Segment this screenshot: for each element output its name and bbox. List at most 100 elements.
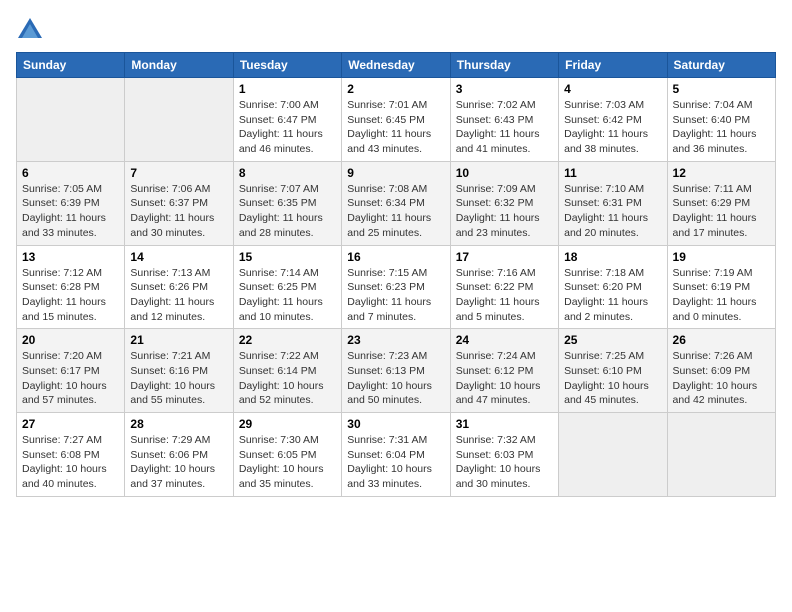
day-number: 28 xyxy=(130,417,227,431)
col-header-sunday: Sunday xyxy=(17,53,125,78)
day-number: 1 xyxy=(239,82,336,96)
day-number: 26 xyxy=(673,333,770,347)
calendar-cell: 9 Sunrise: 7:08 AMSunset: 6:34 PMDaylight… xyxy=(342,161,450,245)
day-number: 13 xyxy=(22,250,119,264)
day-detail: Sunrise: 7:04 AMSunset: 6:40 PMDaylight:… xyxy=(673,98,770,157)
day-number: 22 xyxy=(239,333,336,347)
page-header xyxy=(16,16,776,44)
day-number: 3 xyxy=(456,82,553,96)
day-number: 19 xyxy=(673,250,770,264)
day-number: 24 xyxy=(456,333,553,347)
calendar-cell: 23 Sunrise: 7:23 AMSunset: 6:13 PMDayligh… xyxy=(342,329,450,413)
day-detail: Sunrise: 7:23 AMSunset: 6:13 PMDaylight:… xyxy=(347,349,444,408)
day-detail: Sunrise: 7:24 AMSunset: 6:12 PMDaylight:… xyxy=(456,349,553,408)
calendar-week-3: 13 Sunrise: 7:12 AMSunset: 6:28 PMDayligh… xyxy=(17,245,776,329)
day-number: 29 xyxy=(239,417,336,431)
day-number: 25 xyxy=(564,333,661,347)
day-number: 10 xyxy=(456,166,553,180)
col-header-saturday: Saturday xyxy=(667,53,775,78)
calendar-cell: 13 Sunrise: 7:12 AMSunset: 6:28 PMDayligh… xyxy=(17,245,125,329)
calendar-week-1: 1 Sunrise: 7:00 AMSunset: 6:47 PMDaylight… xyxy=(17,78,776,162)
day-number: 18 xyxy=(564,250,661,264)
day-number: 31 xyxy=(456,417,553,431)
calendar-cell: 5 Sunrise: 7:04 AMSunset: 6:40 PMDaylight… xyxy=(667,78,775,162)
day-detail: Sunrise: 7:30 AMSunset: 6:05 PMDaylight:… xyxy=(239,433,336,492)
calendar-cell: 19Sunrise: 7:19 AMSunset: 6:19 PMDayligh… xyxy=(667,245,775,329)
day-detail: Sunrise: 7:08 AMSunset: 6:34 PMDaylight:… xyxy=(347,182,444,241)
calendar-cell: 12Sunrise: 7:11 AMSunset: 6:29 PMDayligh… xyxy=(667,161,775,245)
day-number: 27 xyxy=(22,417,119,431)
day-detail: Sunrise: 7:00 AMSunset: 6:47 PMDaylight:… xyxy=(239,98,336,157)
calendar-cell: 22 Sunrise: 7:22 AMSunset: 6:14 PMDayligh… xyxy=(233,329,341,413)
col-header-monday: Monday xyxy=(125,53,233,78)
calendar-week-5: 27 Sunrise: 7:27 AMSunset: 6:08 PMDayligh… xyxy=(17,413,776,497)
day-number: 6 xyxy=(22,166,119,180)
day-number: 20 xyxy=(22,333,119,347)
calendar-cell: 10Sunrise: 7:09 AMSunset: 6:32 PMDayligh… xyxy=(450,161,558,245)
calendar-cell: 29 Sunrise: 7:30 AMSunset: 6:05 PMDayligh… xyxy=(233,413,341,497)
day-detail: Sunrise: 7:01 AMSunset: 6:45 PMDaylight:… xyxy=(347,98,444,157)
day-detail: Sunrise: 7:07 AMSunset: 6:35 PMDaylight:… xyxy=(239,182,336,241)
calendar-cell: 3 Sunrise: 7:02 AMSunset: 6:43 PMDaylight… xyxy=(450,78,558,162)
day-number: 12 xyxy=(673,166,770,180)
calendar-cell: 4 Sunrise: 7:03 AMSunset: 6:42 PMDaylight… xyxy=(559,78,667,162)
day-detail: Sunrise: 7:14 AMSunset: 6:25 PMDaylight:… xyxy=(239,266,336,325)
day-detail: Sunrise: 7:27 AMSunset: 6:08 PMDaylight:… xyxy=(22,433,119,492)
day-number: 11 xyxy=(564,166,661,180)
calendar-cell: 26 Sunrise: 7:26 AMSunset: 6:09 PMDayligh… xyxy=(667,329,775,413)
calendar-cell: 8 Sunrise: 7:07 AMSunset: 6:35 PMDaylight… xyxy=(233,161,341,245)
day-number: 15 xyxy=(239,250,336,264)
day-number: 4 xyxy=(564,82,661,96)
day-number: 7 xyxy=(130,166,227,180)
calendar-cell: 16Sunrise: 7:15 AMSunset: 6:23 PMDayligh… xyxy=(342,245,450,329)
day-detail: Sunrise: 7:16 AMSunset: 6:22 PMDaylight:… xyxy=(456,266,553,325)
calendar-cell: 21Sunrise: 7:21 AMSunset: 6:16 PMDayligh… xyxy=(125,329,233,413)
day-detail: Sunrise: 7:02 AMSunset: 6:43 PMDaylight:… xyxy=(456,98,553,157)
col-header-friday: Friday xyxy=(559,53,667,78)
calendar-cell: 11Sunrise: 7:10 AMSunset: 6:31 PMDayligh… xyxy=(559,161,667,245)
calendar-cell xyxy=(559,413,667,497)
calendar-week-4: 20Sunrise: 7:20 AMSunset: 6:17 PMDayligh… xyxy=(17,329,776,413)
calendar-cell xyxy=(17,78,125,162)
day-detail: Sunrise: 7:06 AMSunset: 6:37 PMDaylight:… xyxy=(130,182,227,241)
calendar-cell: 1 Sunrise: 7:00 AMSunset: 6:47 PMDaylight… xyxy=(233,78,341,162)
day-number: 17 xyxy=(456,250,553,264)
day-detail: Sunrise: 7:22 AMSunset: 6:14 PMDaylight:… xyxy=(239,349,336,408)
day-number: 5 xyxy=(673,82,770,96)
day-detail: Sunrise: 7:29 AMSunset: 6:06 PMDaylight:… xyxy=(130,433,227,492)
day-number: 21 xyxy=(130,333,227,347)
calendar-cell: 14 Sunrise: 7:13 AMSunset: 6:26 PMDayligh… xyxy=(125,245,233,329)
day-detail: Sunrise: 7:13 AMSunset: 6:26 PMDaylight:… xyxy=(130,266,227,325)
day-detail: Sunrise: 7:18 AMSunset: 6:20 PMDaylight:… xyxy=(564,266,661,325)
col-header-wednesday: Wednesday xyxy=(342,53,450,78)
calendar-cell: 24 Sunrise: 7:24 AMSunset: 6:12 PMDayligh… xyxy=(450,329,558,413)
day-detail: Sunrise: 7:12 AMSunset: 6:28 PMDaylight:… xyxy=(22,266,119,325)
calendar-cell xyxy=(125,78,233,162)
calendar-cell: 7 Sunrise: 7:06 AMSunset: 6:37 PMDaylight… xyxy=(125,161,233,245)
calendar-week-2: 6Sunrise: 7:05 AMSunset: 6:39 PMDaylight… xyxy=(17,161,776,245)
logo xyxy=(16,16,48,44)
day-detail: Sunrise: 7:31 AMSunset: 6:04 PMDaylight:… xyxy=(347,433,444,492)
calendar-cell: 18 Sunrise: 7:18 AMSunset: 6:20 PMDayligh… xyxy=(559,245,667,329)
day-number: 14 xyxy=(130,250,227,264)
day-number: 23 xyxy=(347,333,444,347)
day-number: 30 xyxy=(347,417,444,431)
calendar-cell: 17 Sunrise: 7:16 AMSunset: 6:22 PMDayligh… xyxy=(450,245,558,329)
day-number: 8 xyxy=(239,166,336,180)
day-number: 2 xyxy=(347,82,444,96)
day-detail: Sunrise: 7:26 AMSunset: 6:09 PMDaylight:… xyxy=(673,349,770,408)
calendar-cell: 20Sunrise: 7:20 AMSunset: 6:17 PMDayligh… xyxy=(17,329,125,413)
col-header-thursday: Thursday xyxy=(450,53,558,78)
calendar-cell: 15 Sunrise: 7:14 AMSunset: 6:25 PMDayligh… xyxy=(233,245,341,329)
col-header-tuesday: Tuesday xyxy=(233,53,341,78)
calendar-cell: 6Sunrise: 7:05 AMSunset: 6:39 PMDaylight… xyxy=(17,161,125,245)
day-detail: Sunrise: 7:25 AMSunset: 6:10 PMDaylight:… xyxy=(564,349,661,408)
calendar-cell: 31Sunrise: 7:32 AMSunset: 6:03 PMDayligh… xyxy=(450,413,558,497)
logo-icon xyxy=(16,16,44,44)
day-number: 16 xyxy=(347,250,444,264)
day-detail: Sunrise: 7:03 AMSunset: 6:42 PMDaylight:… xyxy=(564,98,661,157)
calendar-cell: 28 Sunrise: 7:29 AMSunset: 6:06 PMDayligh… xyxy=(125,413,233,497)
calendar-cell xyxy=(667,413,775,497)
day-number: 9 xyxy=(347,166,444,180)
header-row: SundayMondayTuesdayWednesdayThursdayFrid… xyxy=(17,53,776,78)
